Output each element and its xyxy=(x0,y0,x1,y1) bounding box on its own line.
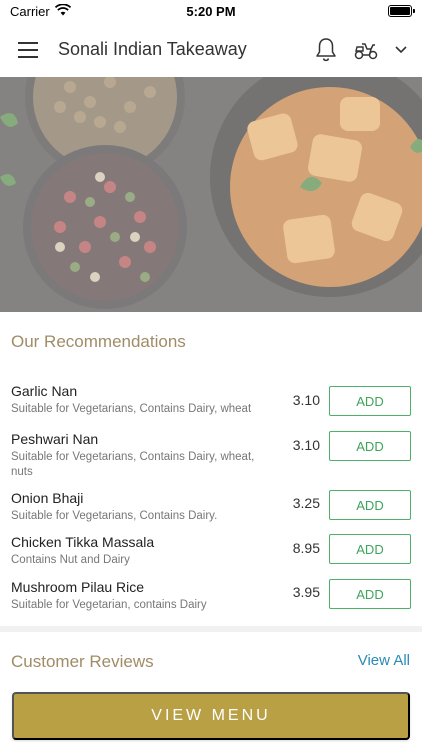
wifi-icon xyxy=(54,3,71,19)
reviews-header: Customer Reviews View All xyxy=(0,650,422,674)
hamburger-menu-icon[interactable] xyxy=(12,33,46,67)
battery-icon xyxy=(388,5,415,17)
chevron-down-icon[interactable] xyxy=(392,36,410,64)
add-button[interactable]: ADD xyxy=(329,386,411,416)
item-description: Suitable for Vegetarians, Contains Dairy… xyxy=(11,403,252,415)
add-button[interactable]: ADD xyxy=(329,490,411,520)
status-bar: Carrier 5:20 PM xyxy=(0,0,422,22)
recommendations-title: Our Recommendations xyxy=(11,332,186,351)
page-title: Sonali Indian Takeaway xyxy=(58,39,247,59)
item-name: Chicken Tikka Massala xyxy=(11,534,155,550)
view-menu-button[interactable]: VIEW MENU xyxy=(12,692,410,740)
section-divider xyxy=(0,626,422,632)
item-name: Peshwari Nan xyxy=(11,431,99,447)
hero-food-image xyxy=(0,77,422,312)
item-description: Suitable for Vegetarian, contains Dairy xyxy=(11,599,207,611)
item-name: Onion Bhaji xyxy=(11,490,84,506)
item-price: 3.10 xyxy=(292,437,320,453)
add-button[interactable]: ADD xyxy=(329,431,411,461)
add-button[interactable]: ADD xyxy=(329,534,411,564)
delivery-scooter-icon[interactable] xyxy=(352,36,380,64)
item-description: Suitable for Vegetarians, Contains Dairy… xyxy=(11,510,218,522)
item-price: 3.25 xyxy=(292,495,320,511)
item-name: Garlic Nan xyxy=(11,383,78,399)
item-price: 3.95 xyxy=(292,584,320,600)
carrier-group: Carrier xyxy=(10,3,71,19)
item-name: Mushroom Pilau Rice xyxy=(11,579,145,595)
item-price: 8.95 xyxy=(292,540,320,556)
add-button[interactable]: ADD xyxy=(329,579,411,609)
app-bar-actions xyxy=(312,36,410,64)
item-description: Contains Nut and Dairy xyxy=(11,554,130,566)
bell-icon[interactable] xyxy=(312,36,340,64)
view-all-link[interactable]: View All xyxy=(358,652,410,669)
item-description: Suitable for Vegetarians, Contains Dairy… xyxy=(11,451,255,478)
carrier-label: Carrier xyxy=(10,3,50,19)
app-bar: Sonali Indian Takeaway xyxy=(0,22,422,77)
reviews-title: Customer Reviews xyxy=(11,652,154,671)
item-price: 3.10 xyxy=(292,392,320,408)
